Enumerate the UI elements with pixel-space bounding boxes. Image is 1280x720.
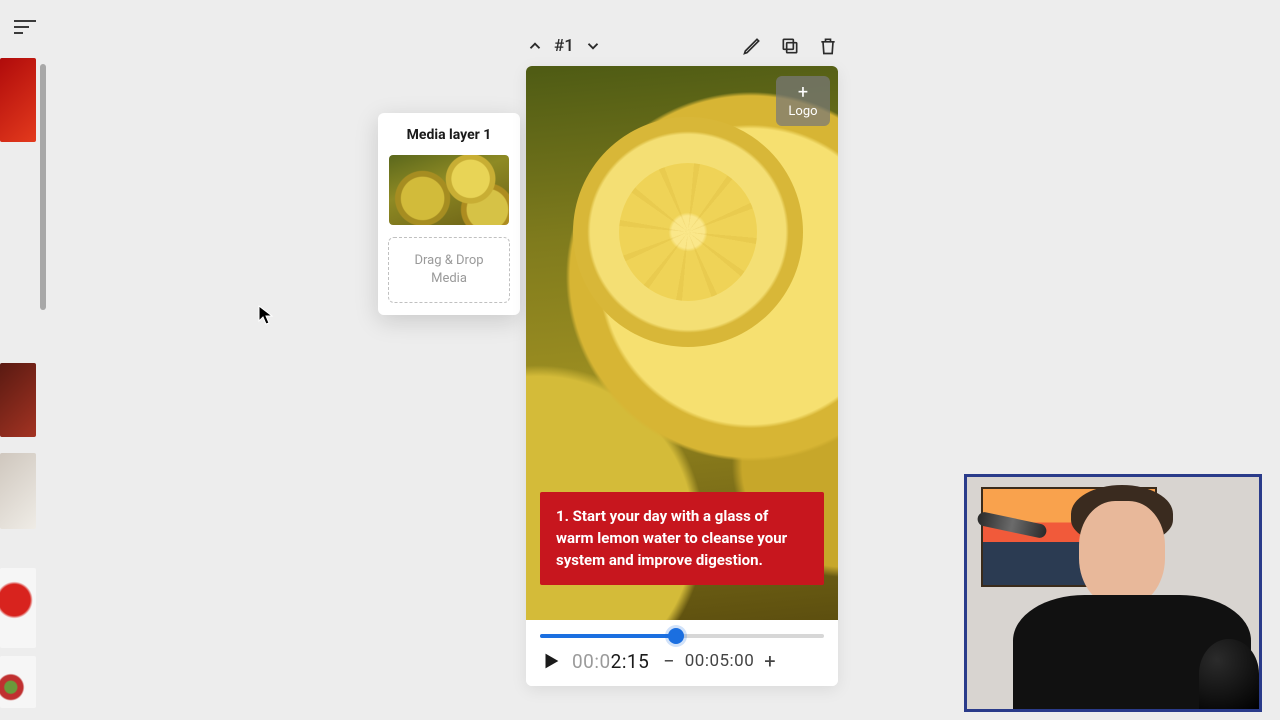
timeline-fill [540,634,676,638]
pip-mic [1199,639,1259,709]
media-rail [0,58,48,720]
player-bar: 00:02:15 − 00:05:00 + [526,620,838,686]
rail-thumb[interactable] [0,656,36,708]
playhead[interactable] [668,628,684,644]
media-layer-panel: Media layer 1 Drag & Drop Media [378,113,520,315]
pip-person [1079,501,1165,607]
rail-thumb[interactable] [0,453,36,529]
total-time: 00:05:00 [685,651,755,671]
drop-zone-text: Drag & Drop [397,252,501,270]
trash-icon[interactable] [818,36,838,56]
current-time: 00:02:15 [572,650,649,673]
chevron-up-icon[interactable] [526,37,544,55]
pencil-icon[interactable] [742,36,762,56]
rail-thumb[interactable] [0,363,36,437]
chevron-down-icon[interactable] [584,37,602,55]
slide-background: + Logo 1. Start your day with a glass of… [526,66,838,620]
canvas-preview[interactable]: + Logo 1. Start your day with a glass of… [526,66,838,686]
drop-zone[interactable]: Drag & Drop Media [388,237,510,303]
slide-background [573,117,803,347]
media-layer-thumb[interactable] [389,155,509,225]
time-decrease[interactable]: − [663,649,674,673]
scene-toolbar: #1 [526,30,838,62]
logo-chip-label: Logo [788,104,817,119]
duplicate-icon[interactable] [780,36,800,56]
scene-number: #1 [554,36,574,56]
play-icon[interactable] [540,650,562,672]
add-logo-button[interactable]: + Logo [776,76,830,126]
media-layer-title: Media layer 1 [388,127,510,143]
rail-thumb[interactable] [0,58,36,142]
timeline-track[interactable] [540,634,824,638]
drop-zone-text: Media [397,270,501,288]
menu-icon[interactable] [14,16,36,38]
time-increase[interactable]: + [764,649,775,673]
rail-thumb[interactable] [0,568,36,648]
caption-text[interactable]: 1. Start your day with a glass of warm l… [540,492,824,585]
mouse-cursor [258,305,274,330]
webcam-pip[interactable] [964,474,1262,712]
plus-icon: + [798,84,808,102]
rail-scrollbar[interactable] [40,64,46,310]
